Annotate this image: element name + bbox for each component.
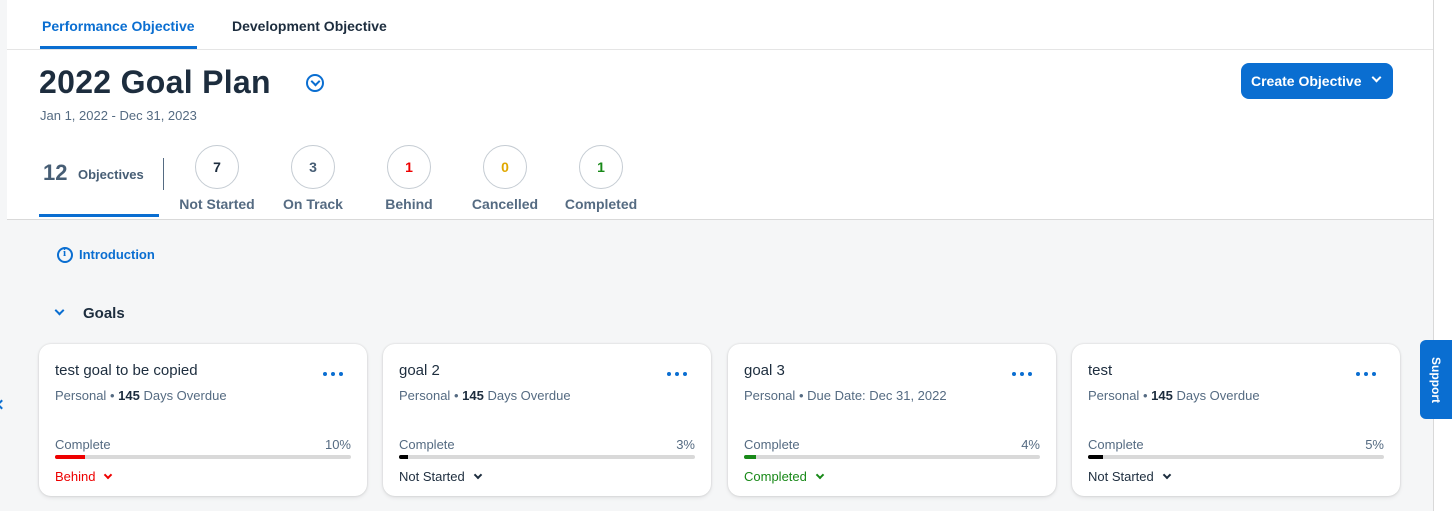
goal-card[interactable]: goal 2 Personal • 145 Days Overdue Compl… bbox=[383, 344, 711, 496]
goal-title[interactable]: test goal to be copied bbox=[55, 362, 198, 379]
progress-value: 3% bbox=[676, 437, 695, 452]
progress-value: 5% bbox=[1365, 437, 1384, 452]
progress-label: Complete bbox=[399, 437, 455, 452]
overdue-days: 145 bbox=[118, 388, 140, 403]
chevron-down-icon bbox=[473, 470, 483, 480]
bullet-separator: • bbox=[109, 388, 115, 403]
progress-bar bbox=[55, 455, 351, 459]
objectives-label[interactable]: Objectives bbox=[78, 167, 144, 182]
status-label-cancelled: Cancelled bbox=[471, 196, 539, 212]
bullet-separator: • bbox=[453, 388, 459, 403]
tab-bar: Performance Objective Development Object… bbox=[7, 0, 1433, 50]
scrollbar[interactable] bbox=[1433, 0, 1452, 511]
chevron-down-icon bbox=[815, 470, 825, 480]
status-count-behind: 1 bbox=[387, 145, 431, 189]
header-panel: Performance Objective Development Object… bbox=[7, 0, 1433, 220]
create-objective-label: Create Objective bbox=[1251, 73, 1362, 89]
plan-date-range: Jan 1, 2022 - Dec 31, 2023 bbox=[40, 108, 197, 123]
info-icon bbox=[57, 247, 73, 263]
status-count-completed: 1 bbox=[579, 145, 623, 189]
progress-value: 4% bbox=[1021, 437, 1040, 452]
chevron-down-icon bbox=[104, 470, 113, 480]
bullet-separator: • bbox=[1142, 388, 1148, 403]
goal-card[interactable]: goal 3 Personal • Due Date: Dec 31, 2022… bbox=[728, 344, 1056, 496]
progress-fill bbox=[1088, 455, 1103, 459]
support-label: Support bbox=[1429, 357, 1443, 403]
progress-label: Complete bbox=[55, 437, 111, 452]
status-dropdown[interactable]: Behind bbox=[55, 469, 113, 484]
status-filter-on-track[interactable]: 3 On Track bbox=[263, 145, 363, 212]
status-value: Not Started bbox=[399, 469, 465, 484]
goal-title[interactable]: goal 2 bbox=[399, 362, 440, 379]
chevron-down-icon bbox=[54, 305, 65, 316]
status-label-not-started: Not Started bbox=[179, 196, 255, 212]
more-options-icon[interactable] bbox=[323, 370, 343, 380]
tab-performance-objective[interactable]: Performance Objective bbox=[42, 18, 195, 34]
support-button[interactable]: Support bbox=[1420, 340, 1452, 419]
status-count-not-started: 7 bbox=[195, 145, 239, 189]
status-value: Completed bbox=[744, 469, 807, 484]
objectives-count[interactable]: 12 bbox=[43, 160, 67, 186]
status-filter-cancelled[interactable]: 0 Cancelled bbox=[455, 145, 555, 212]
active-tab-indicator bbox=[40, 46, 197, 49]
goal-type: Personal bbox=[744, 388, 796, 403]
status-filter-behind[interactable]: 1 Behind bbox=[359, 145, 459, 212]
status-count-on-track: 3 bbox=[291, 145, 335, 189]
status-filter-completed[interactable]: 1 Completed bbox=[551, 145, 651, 212]
status-filter-not-started[interactable]: 7 Not Started bbox=[167, 145, 267, 212]
goal-type: Personal bbox=[1088, 388, 1140, 403]
progress-bar bbox=[399, 455, 695, 459]
create-objective-button[interactable]: Create Objective bbox=[1241, 63, 1393, 99]
status-dropdown[interactable]: Not Started bbox=[399, 469, 483, 484]
overdue-label: Days Overdue bbox=[487, 388, 571, 403]
more-options-icon[interactable] bbox=[667, 370, 687, 380]
progress-value: 10% bbox=[324, 437, 351, 452]
overdue-days: 145 bbox=[462, 388, 484, 403]
goal-card[interactable]: test Personal • 145 Days Overdue Complet… bbox=[1072, 344, 1400, 496]
status-label-on-track: On Track bbox=[283, 196, 343, 212]
status-label-behind: Behind bbox=[385, 196, 433, 212]
progress-fill bbox=[744, 455, 756, 459]
status-dropdown[interactable]: Completed bbox=[744, 469, 825, 484]
goal-title[interactable]: test bbox=[1088, 362, 1112, 379]
page-title: 2022 Goal Plan bbox=[39, 64, 271, 100]
chevron-down-icon bbox=[1162, 470, 1172, 480]
due-date: Due Date: Dec 31, 2022 bbox=[807, 388, 947, 403]
progress-bar bbox=[744, 455, 1040, 459]
progress-bar bbox=[1088, 455, 1384, 459]
goal-meta: Personal • 145 Days Overdue bbox=[399, 388, 571, 403]
goal-type: Personal bbox=[55, 388, 107, 403]
tab-development-objective[interactable]: Development Objective bbox=[232, 18, 387, 34]
status-value: Behind bbox=[55, 469, 96, 484]
status-value: Not Started bbox=[1088, 469, 1154, 484]
chevron-left-icon[interactable] bbox=[0, 399, 7, 410]
goal-meta: Personal • 145 Days Overdue bbox=[55, 388, 227, 403]
goal-meta: Personal • 145 Days Overdue bbox=[1088, 388, 1260, 403]
overdue-label: Days Overdue bbox=[143, 388, 227, 403]
bullet-separator: • bbox=[798, 388, 804, 403]
progress-fill bbox=[399, 455, 408, 459]
status-label-completed: Completed bbox=[564, 196, 638, 212]
status-dropdown[interactable]: Not Started bbox=[1088, 469, 1172, 484]
goal-title[interactable]: goal 3 bbox=[744, 362, 785, 379]
more-options-icon[interactable] bbox=[1356, 370, 1376, 380]
progress-label: Complete bbox=[1088, 437, 1144, 452]
progress-label: Complete bbox=[744, 437, 800, 452]
divider bbox=[163, 158, 164, 190]
goal-meta: Personal • Due Date: Dec 31, 2022 bbox=[744, 388, 947, 403]
goals-section-title: Goals bbox=[83, 305, 125, 322]
overdue-days: 145 bbox=[1151, 388, 1173, 403]
chevron-down-icon bbox=[1371, 72, 1382, 83]
goal-type: Personal bbox=[399, 388, 451, 403]
goal-card[interactable]: test goal to be copied Personal • 145 Da… bbox=[39, 344, 367, 496]
status-count-cancelled: 0 bbox=[483, 145, 527, 189]
more-options-icon[interactable] bbox=[1012, 370, 1032, 380]
chevron-down-circle-icon[interactable] bbox=[306, 74, 324, 92]
introduction-label: Introduction bbox=[79, 247, 155, 262]
progress-fill bbox=[55, 455, 85, 459]
overdue-label: Days Overdue bbox=[1176, 388, 1260, 403]
objectives-tab-indicator bbox=[39, 214, 159, 217]
